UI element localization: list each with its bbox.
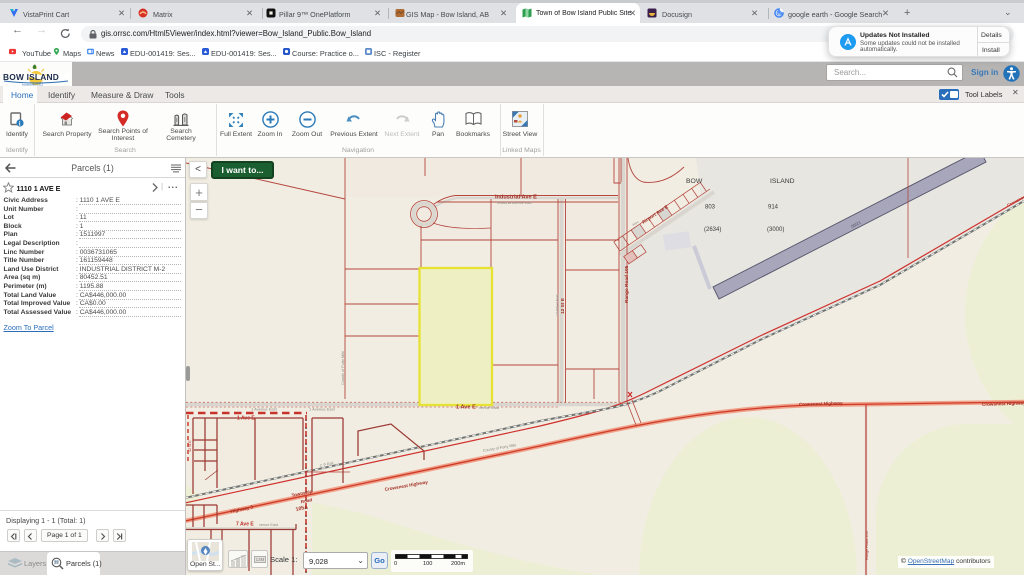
svg-text:G: G [776, 9, 782, 18]
svg-text:803: 803 [705, 205, 716, 211]
svg-text:7 Ave E: 7 Ave E [236, 522, 254, 528]
svg-text:ISLAND: ISLAND [770, 178, 795, 185]
svg-text:venue East: venue East [259, 523, 279, 527]
svg-text:1 Ave E: 1 Ave E [237, 416, 255, 422]
svg-text:1 Avenue East: 1 Avenue East [251, 407, 278, 412]
svg-text:12 St E: 12 St E [560, 297, 566, 314]
svg-text:42 St E: 42 St E [188, 440, 192, 452]
svg-text:BOW: BOW [686, 178, 703, 185]
svg-text:Industrial Ave E: Industrial Ave E [495, 195, 537, 201]
svg-text:1 Ave E: 1 Ave E [456, 405, 476, 411]
svg-text:1 Avenue East: 1 Avenue East [309, 407, 336, 412]
svg-text:Range Road 105: Range Road 105 [624, 265, 630, 303]
svg-text:County of Forty Mile: County of Forty Mile [341, 351, 345, 385]
svg-text:BOW ISLAND: BOW ISLAND [3, 72, 59, 82]
svg-text:Industrial Avenue East: Industrial Avenue East [497, 201, 532, 205]
svg-text:venue East: venue East [479, 405, 500, 410]
svg-text:12 Street East: 12 Street East [556, 294, 560, 316]
svg-text:(3000): (3000) [767, 227, 784, 233]
svg-text:i: i [19, 121, 21, 127]
svg-text:Range Road 105: Range Road 105 [865, 531, 869, 560]
svg-text:(2634): (2634) [704, 227, 721, 233]
svg-text:914: 914 [768, 205, 779, 211]
